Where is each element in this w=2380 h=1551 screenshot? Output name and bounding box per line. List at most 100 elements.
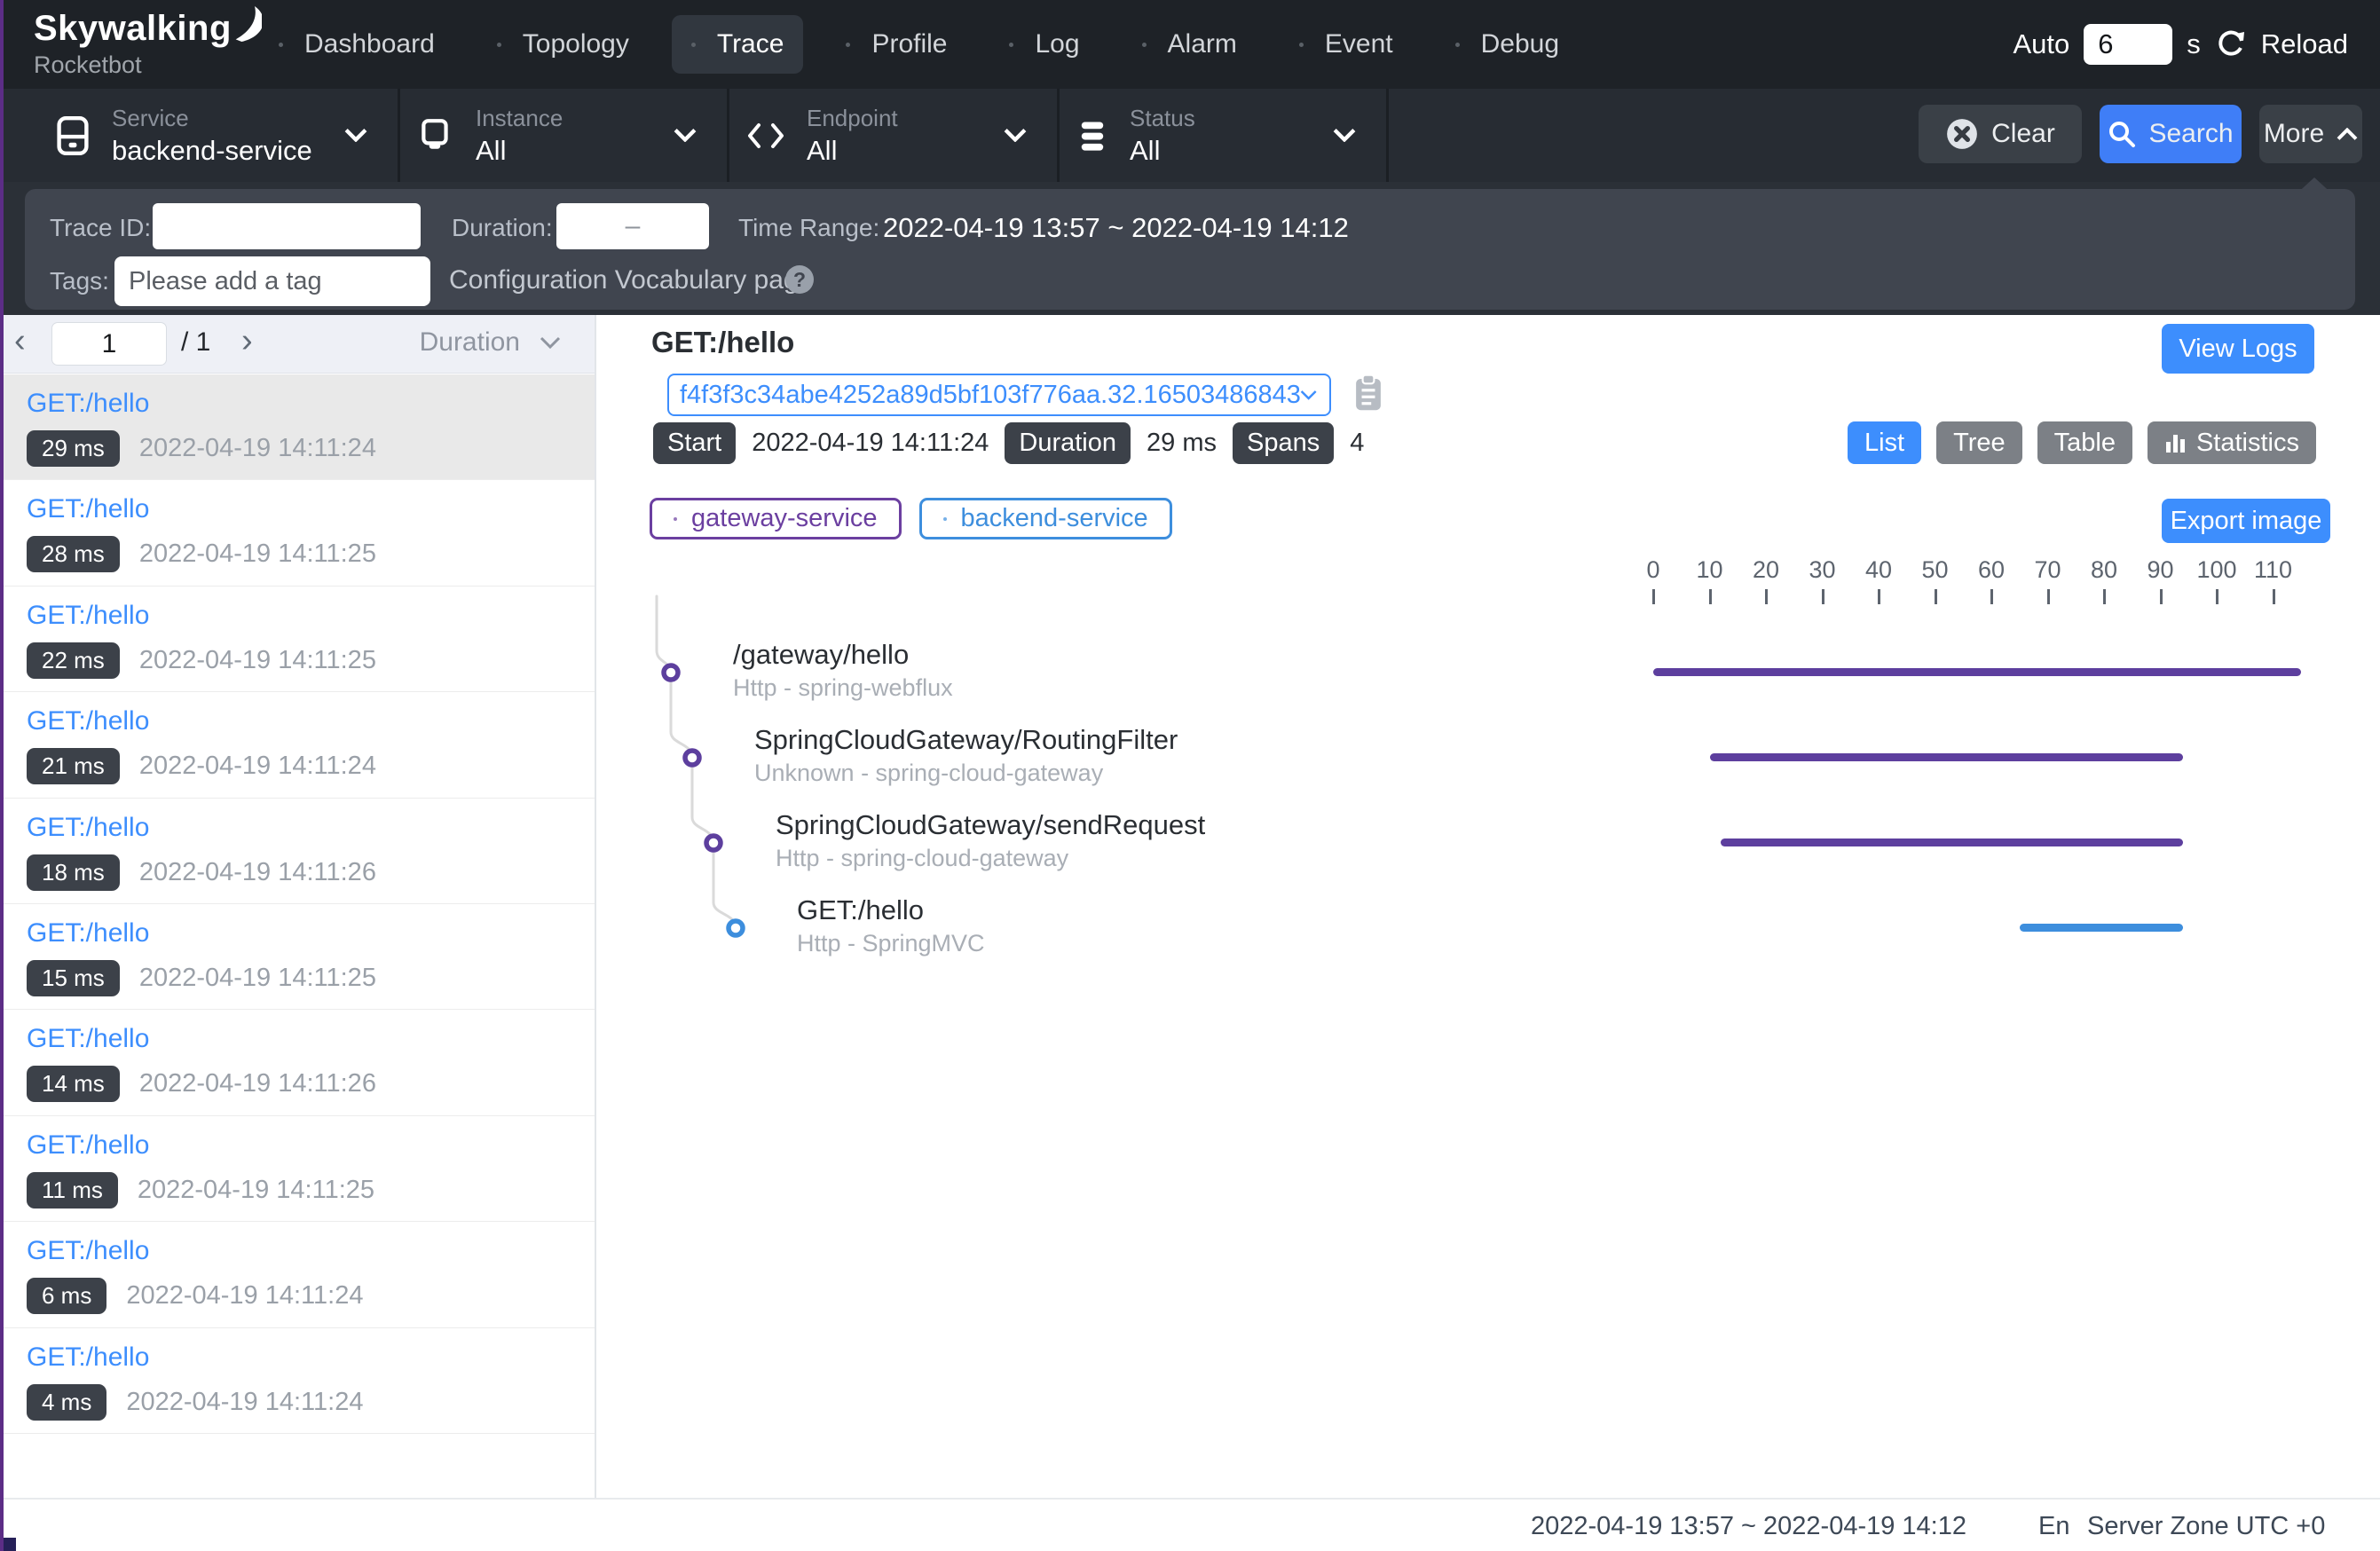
view-logs-button[interactable]: View Logs: [2162, 324, 2314, 374]
auto-interval-input[interactable]: 6: [2084, 24, 2172, 65]
tags-input[interactable]: Please add a tag: [114, 256, 430, 306]
trace-list-item[interactable]: GET:/hello11 ms2022-04-19 14:11:25: [0, 1116, 595, 1222]
axis-tick-mark: [1822, 589, 1824, 604]
vocabulary-link[interactable]: Configuration Vocabulary page: [449, 265, 813, 295]
axis-tick-label: 0: [1625, 556, 1682, 584]
footer-time-range[interactable]: 2022-04-19 13:57 ~ 2022-04-19 14:12: [1531, 1512, 1966, 1541]
nav-item-trace[interactable]: Trace: [672, 15, 804, 74]
auto-label: Auto: [2013, 28, 2069, 60]
footer-bar: 2022-04-19 13:57 ~ 2022-04-19 14:12 En S…: [0, 1498, 2380, 1551]
span-layer-component: Http - spring-cloud-gateway: [776, 845, 1068, 872]
spans-badge: Spans: [1233, 422, 1334, 464]
more-button[interactable]: More: [2259, 105, 2362, 163]
service-tag-backend-service[interactable]: backend-service: [919, 498, 1172, 539]
nav-item-event[interactable]: Event: [1280, 15, 1413, 74]
trace-endpoint-link[interactable]: GET:/hello: [27, 601, 595, 631]
span-duration-bar[interactable]: [1653, 668, 2301, 676]
language-switcher[interactable]: En: [2038, 1512, 2069, 1541]
duration-input[interactable]: –: [556, 203, 709, 249]
trace-timestamp: 2022-04-19 14:11:24: [126, 1388, 363, 1417]
instance-value: All: [476, 135, 563, 167]
axis-tick-label: 30: [1794, 556, 1851, 584]
trace-duration-badge: 22 ms: [27, 642, 120, 679]
nav-item-alarm[interactable]: Alarm: [1123, 15, 1257, 74]
nav-item-topology[interactable]: Topology: [477, 15, 649, 74]
export-image-button[interactable]: Export image: [2162, 499, 2330, 543]
service-selector[interactable]: Service backend-service: [55, 89, 398, 182]
trace-list-item[interactable]: GET:/hello21 ms2022-04-19 14:11:24: [0, 692, 595, 798]
trace-id-input[interactable]: [153, 203, 421, 249]
tab-table[interactable]: Table: [2037, 421, 2132, 464]
trace-endpoint-link[interactable]: GET:/hello: [27, 1236, 595, 1266]
trace-list-item[interactable]: GET:/hello28 ms2022-04-19 14:11:25: [0, 480, 595, 586]
endpoint-value: All: [807, 135, 898, 167]
page-input[interactable]: 1: [51, 322, 167, 366]
span-duration-bar[interactable]: [1721, 838, 2183, 846]
trace-list-item[interactable]: GET:/hello 4 ms 2022-04-19 14:11:24: [0, 1328, 595, 1434]
endpoint-selector[interactable]: Endpoint All: [746, 89, 1057, 182]
trace-endpoint-link[interactable]: GET:/hello: [27, 1342, 595, 1373]
span-layer-component: Http - spring-webflux: [733, 674, 953, 702]
trace-list-item[interactable]: GET:/hello22 ms2022-04-19 14:11:25: [0, 587, 595, 692]
span-name[interactable]: SpringCloudGateway/sendRequest: [776, 809, 1205, 841]
help-icon[interactable]: ?: [785, 265, 814, 294]
trace-endpoint-link[interactable]: GET:/hello: [27, 1130, 595, 1161]
span-name[interactable]: /gateway/hello: [733, 639, 909, 671]
axis-tick-mark: [2216, 589, 2218, 604]
trace-endpoint-link[interactable]: GET:/hello: [27, 1024, 595, 1054]
tab-statistics[interactable]: Statistics: [2148, 421, 2316, 464]
start-value: 2022-04-19 14:11:24: [752, 429, 989, 458]
chevron-down-icon: [1004, 128, 1027, 146]
reload-label[interactable]: Reload: [2261, 28, 2348, 60]
span-duration-bar[interactable]: [1710, 753, 2183, 761]
trace-list-item[interactable]: GET:/hello18 ms2022-04-19 14:11:26: [0, 799, 595, 904]
status-selector[interactable]: Status All: [1076, 89, 1386, 182]
span-node-icon[interactable]: [664, 665, 678, 680]
span-node-icon[interactable]: [685, 751, 699, 765]
time-range-value[interactable]: 2022-04-19 13:57 ~ 2022-04-19 14:12: [883, 212, 1349, 244]
axis-tick-mark: [2273, 589, 2275, 604]
panel-notch: [2293, 177, 2336, 197]
trace-list-item[interactable]: GET:/hello29 ms2022-04-19 14:11:24: [0, 374, 595, 480]
copy-clipboard-icon[interactable]: [1354, 374, 1383, 417]
tab-list[interactable]: List: [1848, 421, 1921, 464]
app-logo[interactable]: Skywalking Rocketbot: [34, 9, 262, 79]
nav-item-log[interactable]: Log: [989, 15, 1099, 74]
trace-endpoint-link[interactable]: GET:/hello: [27, 706, 595, 736]
tab-tree[interactable]: Tree: [1936, 421, 2022, 464]
trace-endpoint-link[interactable]: GET:/hello: [27, 494, 595, 524]
trace-id-select[interactable]: f4f3f3c34abe4252a89d5bf103f776aa.32.1650…: [667, 374, 1331, 416]
duration-badge: Duration: [1005, 422, 1131, 464]
trace-list-item[interactable]: GET:/hello15 ms2022-04-19 14:11:25: [0, 904, 595, 1010]
span-name[interactable]: SpringCloudGateway/RoutingFilter: [754, 724, 1178, 756]
trace-list-item[interactable]: GET:/hello14 ms2022-04-19 14:11:26: [0, 1010, 595, 1115]
trace-list-item[interactable]: GET:/hello6 ms2022-04-19 14:11:24: [0, 1222, 595, 1327]
span-name[interactable]: GET:/hello: [797, 894, 924, 926]
span-node-icon[interactable]: [706, 836, 721, 850]
chevron-down-icon: [1333, 128, 1356, 146]
sort-selector[interactable]: Duration: [420, 327, 520, 358]
trace-duration-badge: 4 ms: [27, 1384, 106, 1421]
server-zone[interactable]: Server Zone UTC +0: [2087, 1512, 2325, 1541]
next-page-icon[interactable]: ›: [241, 322, 253, 360]
axis-tick-mark: [2160, 589, 2163, 604]
nav-item-profile[interactable]: Profile: [826, 15, 966, 74]
nav-item-dashboard[interactable]: Dashboard: [259, 15, 454, 74]
nav-item-debug[interactable]: Debug: [1436, 15, 1579, 74]
span-node-icon[interactable]: [729, 921, 743, 935]
instance-selector[interactable]: Instance All: [417, 89, 727, 182]
axis-tick-mark: [1935, 589, 1937, 604]
trace-endpoint-link[interactable]: GET:/hello: [27, 389, 595, 419]
skywalking-trace-page: Skywalking Rocketbot Dashboard Topology Tr…: [0, 0, 2380, 1551]
trace-endpoint-link[interactable]: GET:/hello: [27, 813, 595, 843]
service-tag-gateway-service[interactable]: gateway-service: [650, 498, 902, 539]
trace-timestamp: 2022-04-19 14:11:24: [139, 752, 376, 781]
prev-page-icon[interactable]: ‹: [14, 322, 26, 360]
span-duration-bar[interactable]: [2020, 924, 2183, 932]
search-button[interactable]: Search: [2100, 105, 2242, 163]
axis-tick-label: 80: [2076, 556, 2132, 584]
axis-tick-mark: [2047, 589, 2050, 604]
reload-icon[interactable]: [2215, 28, 2247, 60]
trace-endpoint-link[interactable]: GET:/hello: [27, 918, 595, 949]
clear-button[interactable]: Clear: [1919, 105, 2082, 163]
